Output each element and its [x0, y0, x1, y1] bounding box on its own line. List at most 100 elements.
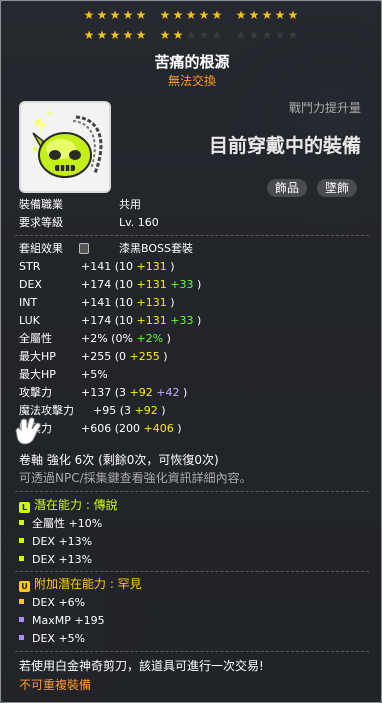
stat-name: 攻擊力 [19, 386, 52, 399]
stat-name: LUK [19, 314, 40, 327]
item-name: 苦痛的根源 [154, 53, 230, 71]
stat-name: DEX [19, 278, 42, 291]
lock-icon [79, 243, 89, 254]
star-icon: ★ [135, 8, 147, 22]
divider [15, 235, 369, 236]
set-effect-value: 漆黑BOSS套裝 [119, 242, 193, 255]
stat-value: +5% [81, 368, 108, 381]
unique-equip-note: 不可重複裝備 [19, 678, 92, 692]
potential-line: DEX +13% [19, 534, 92, 550]
potential-text: DEX +13% [32, 553, 93, 566]
trade-status: 無法交換 [167, 74, 216, 88]
star-force-row-2: ★ ★ ★ ★ ★ ★ ★ ★ ★ ★ ★ ★ ★ ★ ★ [1, 29, 382, 43]
potential-header: L 潛在能力 : 傳說 [19, 497, 118, 513]
additional-potential-line: DEX +5% [19, 631, 85, 647]
set-effect-label: 套組效果 [19, 242, 63, 255]
bullet-icon [19, 556, 24, 561]
star-icon: ★ [109, 8, 121, 22]
stat-value: +2% (0% +2% ) [81, 332, 171, 345]
star-icon: ★ [122, 28, 134, 42]
stat-value: +606 (200 +406 ) [81, 422, 182, 435]
stat-row: DEX +174 (10 +131 +33 ) [19, 277, 359, 293]
star-icon: ★ [96, 8, 108, 22]
scroll-upgrade-line: 卷軸 強化 6次 (剩餘0次，可恢復0次) [19, 453, 219, 467]
req-job-row: 裝備職業 共用 [19, 197, 219, 213]
additional-potential-header: U 附加潛在能力 : 罕見 [19, 576, 142, 592]
star-icon: ★ [185, 8, 197, 22]
divider [15, 571, 369, 572]
star-force-row-1: ★ ★ ★ ★ ★ ★ ★ ★ ★ ★ ★ ★ ★ ★ ★ [1, 9, 382, 23]
req-level-value: Lv. 160 [119, 216, 159, 229]
potential-line: 全屬性 +10% [19, 516, 102, 532]
additional-potential-text: DEX +5% [32, 632, 86, 645]
category-chip-pendant: 墜飾 [317, 179, 358, 197]
bullet-icon [19, 599, 24, 604]
star-icon: ★ [83, 8, 95, 22]
star-icon: ★ [274, 8, 286, 22]
star-icon: ★ [248, 28, 260, 42]
scissors-note: 若使用白金神奇剪刀，該道具可進行一次交易! [19, 659, 264, 673]
power-up-label: 戰鬥力提升量 [288, 101, 361, 115]
star-icon: ★ [235, 28, 247, 42]
star-icon: ★ [198, 28, 210, 42]
req-job-label: 裝備職業 [19, 198, 63, 211]
star-icon: ★ [198, 8, 210, 22]
npc-note: 可透過NPC/採集鍵查看強化資訊詳細內容。 [19, 471, 252, 485]
stat-row: STR +141 (10 +131 ) [19, 259, 359, 275]
stat-name: 最大HP [19, 350, 56, 363]
stat-row: 最大HP +255 (0 +255 ) [19, 349, 359, 365]
potential-text: DEX +13% [32, 535, 93, 548]
currently-equipped-label: 目前穿戴中的裝備 [208, 135, 361, 157]
additional-potential-text: MaxMP +195 [32, 614, 105, 627]
stat-row: LUK +174 (10 +131 +33 ) [19, 313, 359, 329]
star-icon: ★ [211, 8, 223, 22]
star-icon: ★ [287, 28, 299, 42]
divider [15, 491, 369, 492]
star-icon: ★ [274, 28, 286, 42]
additional-potential-title: 附加潛在能力 : 罕見 [34, 577, 142, 591]
stat-value: +141 (10 +131 ) [81, 296, 175, 309]
star-icon: ★ [172, 8, 184, 22]
star-icon: ★ [235, 8, 247, 22]
bullet-icon [19, 520, 24, 525]
star-icon: ★ [172, 28, 184, 42]
potential-text: 全屬性 +10% [32, 517, 103, 530]
stat-name: 最大HP [19, 368, 56, 381]
additional-potential-text: DEX +6% [32, 596, 86, 609]
stat-value: +95 (3 +92 ) [93, 404, 166, 417]
star-icon: ★ [135, 28, 147, 42]
star-icon: ★ [185, 28, 197, 42]
stat-row: 防禦力+606 (200 +406 ) [19, 421, 359, 437]
hand-cursor-icon [15, 417, 41, 445]
divider [15, 651, 369, 652]
stat-row: INT +141 (10 +131 ) [19, 295, 359, 311]
star-icon: ★ [96, 28, 108, 42]
stat-value: +137 (3 +92 +42 ) [81, 386, 188, 399]
bullet-icon [19, 538, 24, 543]
additional-potential-line: DEX +6% [19, 595, 85, 611]
category-chip-accessory: 飾品 [267, 179, 308, 197]
star-icon: ★ [109, 28, 121, 42]
req-level-label: 要求等級 [19, 216, 63, 229]
req-level-row: 要求等級 Lv. 160 [19, 215, 219, 231]
bullet-icon [19, 617, 24, 622]
item-image-frame [19, 101, 111, 193]
stat-value: +174 (10 +131 +33 ) [81, 278, 202, 291]
star-icon: ★ [261, 8, 273, 22]
stat-row: 全屬性 +2% (0% +2% ) [19, 331, 359, 347]
stat-name: 全屬性 [19, 332, 52, 345]
stat-name: STR [19, 260, 41, 273]
star-icon: ★ [159, 8, 171, 22]
unique-grade-icon: U [19, 581, 30, 592]
potential-line: DEX +13% [19, 552, 92, 568]
star-icon: ★ [248, 8, 260, 22]
stat-value: +141 (10 +131 ) [81, 260, 175, 273]
stat-value: +174 (10 +131 +33 ) [81, 314, 202, 327]
star-icon: ★ [122, 8, 134, 22]
pendant-icon [21, 103, 109, 191]
star-icon: ★ [83, 28, 95, 42]
star-icon: ★ [261, 28, 273, 42]
star-icon: ★ [159, 28, 171, 42]
set-effect-row: 套組效果 漆黑BOSS套裝 [19, 241, 319, 257]
stat-row: 最大HP +5% [19, 367, 359, 383]
